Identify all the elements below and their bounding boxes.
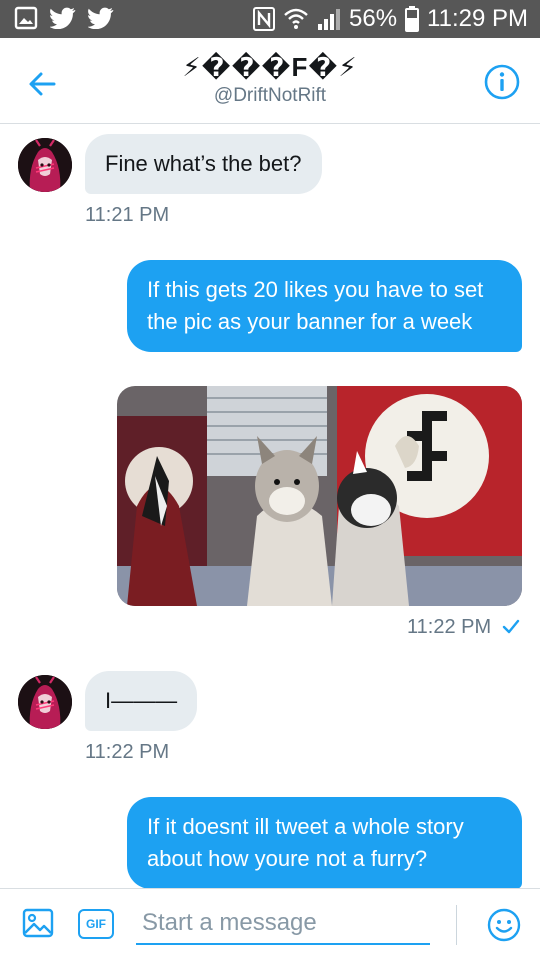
message-timestamp: 11:22 PM: [407, 616, 492, 638]
message-bubble-outgoing[interactable]: If this gets 20 likes you have to set th…: [127, 260, 522, 352]
status-time: 11:29 PM: [427, 5, 528, 32]
gif-icon[interactable]: GIF: [78, 909, 114, 939]
emoji-icon[interactable]: [486, 907, 522, 943]
read-check-icon: [502, 618, 520, 641]
avatar[interactable]: [18, 138, 72, 192]
conversation-title-block[interactable]: ⚡���F�⚡ @DriftNotRift: [0, 52, 540, 107]
twitter-bird-icon: [50, 7, 76, 29]
wifi-icon: [283, 7, 309, 31]
composer-divider: [456, 905, 457, 945]
message-bubble-incoming[interactable]: I———: [85, 671, 198, 731]
image-icon[interactable]: [22, 907, 54, 939]
gallery-icon: [14, 6, 38, 30]
battery-percent: 56%: [349, 5, 398, 32]
battery-icon: [405, 6, 420, 32]
conversation-header: ⚡���F�⚡ @DriftNotRift: [0, 38, 540, 124]
nfc-icon: [253, 7, 275, 31]
conversation-handle: @DriftNotRift: [213, 85, 327, 106]
status-bar: 56% 11:29 PM: [0, 0, 540, 38]
twitter-bird-icon-2: [88, 7, 114, 29]
info-button[interactable]: [482, 62, 522, 102]
notification-icons: [14, 6, 114, 30]
message-composer: GIF: [0, 888, 540, 960]
signal-icon: [317, 8, 341, 30]
message-bubble-incoming[interactable]: Fine what’s the bet?: [85, 134, 322, 194]
message-timestamp: 11:22 PM: [85, 741, 170, 763]
info-icon: [484, 64, 520, 100]
message-bubble-outgoing[interactable]: If it doesnt ill tweet a whole story abo…: [127, 797, 522, 888]
conversation-title: ⚡���F�⚡: [182, 52, 358, 82]
message-timestamp: 11:21 PM: [85, 204, 170, 226]
message-media-image[interactable]: [117, 386, 522, 606]
avatar[interactable]: [18, 675, 72, 729]
message-input[interactable]: [136, 903, 430, 945]
message-thread[interactable]: Fine what’s the bet? 11:21 PM If this ge…: [0, 124, 540, 888]
system-status: 56% 11:29 PM: [253, 5, 528, 33]
